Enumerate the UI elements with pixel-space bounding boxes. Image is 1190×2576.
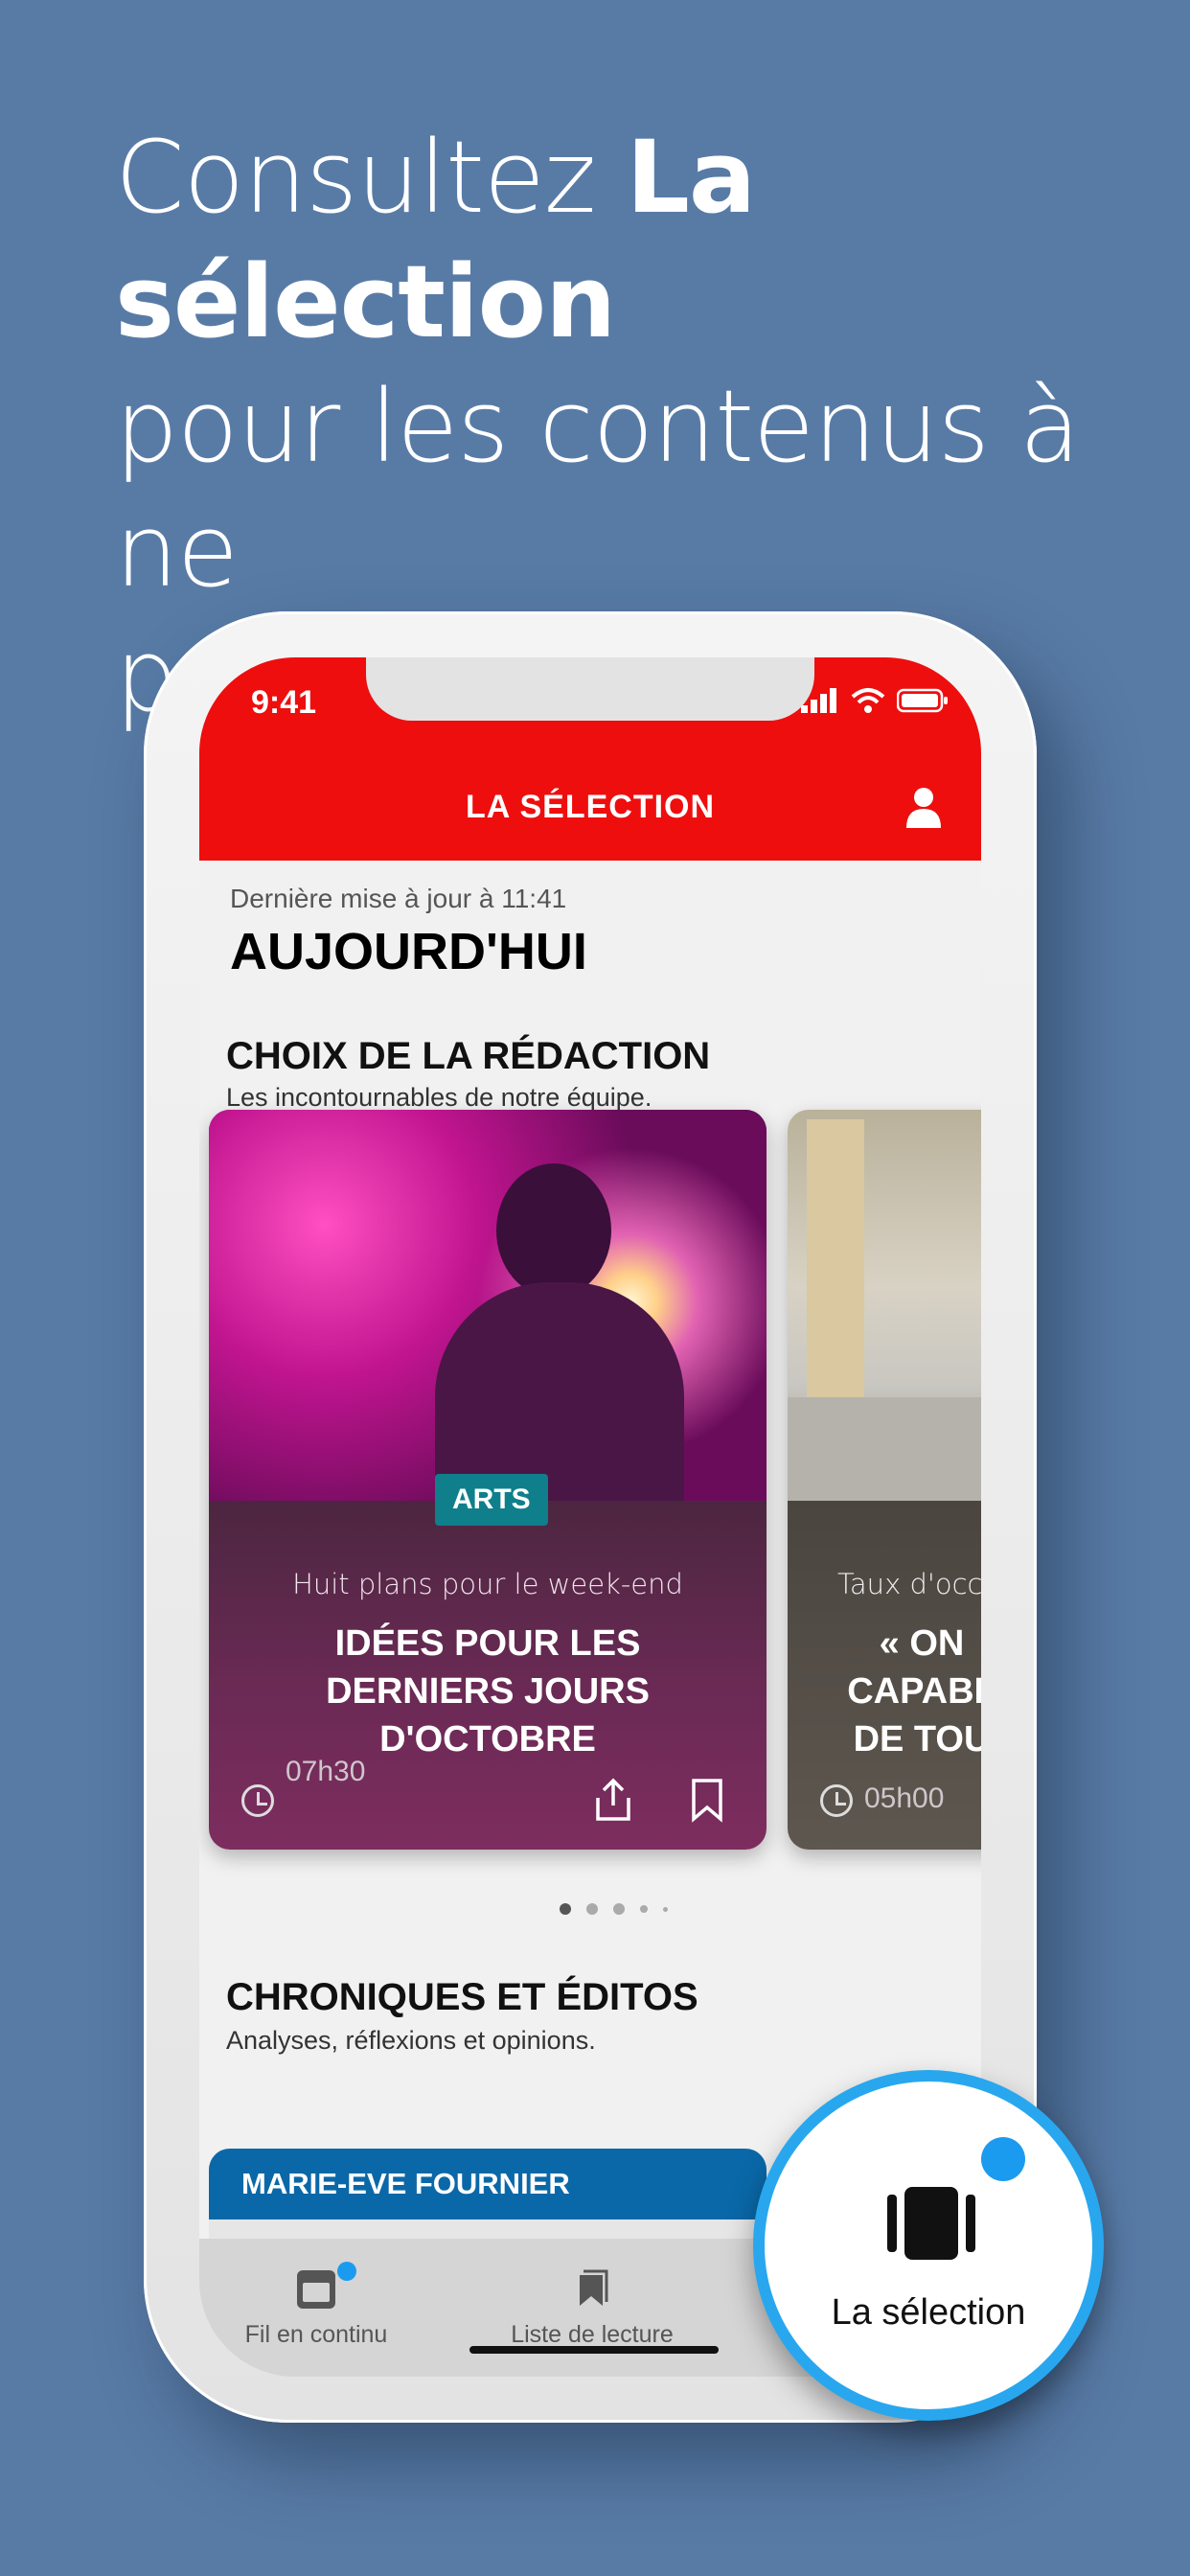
notch [366,657,814,721]
last-updated: Dernière mise à jour à 11:41 [230,884,567,913]
card-title: « ON CAPABL DE TOU [847,1623,981,1760]
nav-bar: LA SÉLECTION [199,753,981,861]
card-duration: 05h00 [864,1782,945,1814]
bookmark-icon[interactable] [686,1777,728,1823]
page-title: AUJOURD'HUI [230,923,587,980]
column-author: MARIE-EVE FOURNIER [209,2149,767,2220]
card-title: IDÉES POUR LES DERNIERS JOURS D'OCTOBRE [326,1623,650,1760]
carousel-pagination[interactable] [560,1903,668,1915]
nav-title: LA SÉLECTION [465,788,716,825]
battery-icon [897,688,948,713]
home-indicator [469,2346,719,2354]
notification-dot [981,2137,1025,2181]
promo-line1-prefix: Consultez [115,119,627,236]
section-title-editors: CHOIX DE LA RÉDACTION [226,1035,711,1077]
hospital-curtain [807,1119,864,1407]
article-image [209,1110,767,1512]
promo-line2: pour les contenus à ne [115,368,1081,610]
card-kicker: Taux d'occup [837,1568,981,1600]
article-image [788,1110,981,1501]
tab-label: Liste de lecture [511,2321,674,2348]
card-kicker: Huit plans pour le week-end [292,1568,683,1600]
bookmark-icon [580,2269,608,2306]
tab-reading-list[interactable]: Liste de lecture [487,2267,698,2349]
clock-icon [241,1784,274,1817]
person-icon[interactable] [904,786,943,828]
article-card[interactable]: ARTS Huit plans pour le week-end IDÉES P… [209,1110,767,1850]
share-icon[interactable] [592,1777,634,1823]
wifi-icon [851,688,885,713]
card-duration: 07h30 [286,1756,366,1787]
selection-cards-icon [887,2187,975,2260]
tab-selection-highlight[interactable]: La sélection [753,2070,1104,2421]
singer-silhouette [496,1163,611,1298]
article-card[interactable]: Taux d'occup « ON CAPABL DE TOU 05h00 [788,1110,981,1850]
pagination-dot[interactable] [663,1906,668,1912]
status-time: 9:41 [251,684,317,721]
hospital-floor [788,1397,981,1501]
pagination-dot[interactable] [586,1903,598,1915]
category-tag: ARTS [435,1474,548,1526]
tab-label: Fil en continu [244,2321,388,2348]
pagination-dot[interactable] [640,1905,648,1913]
tab-news-feed[interactable]: Fil en continu [211,2267,422,2349]
section-title-columns: CHRONIQUES ET ÉDITOS [226,1976,698,2018]
pagination-dot[interactable] [613,1903,625,1915]
news-feed-icon [297,2270,335,2309]
clock-icon [820,1784,853,1817]
section-subtitle-editors: Les incontournables de notre équipe. [226,1083,652,1112]
section-subtitle-columns: Analyses, réflexions et opinions. [226,2026,596,2055]
status-icons [801,686,949,715]
pagination-dot[interactable] [560,1903,571,1915]
tab-label: La sélection [831,2292,1026,2333]
notification-dot [337,2262,356,2281]
